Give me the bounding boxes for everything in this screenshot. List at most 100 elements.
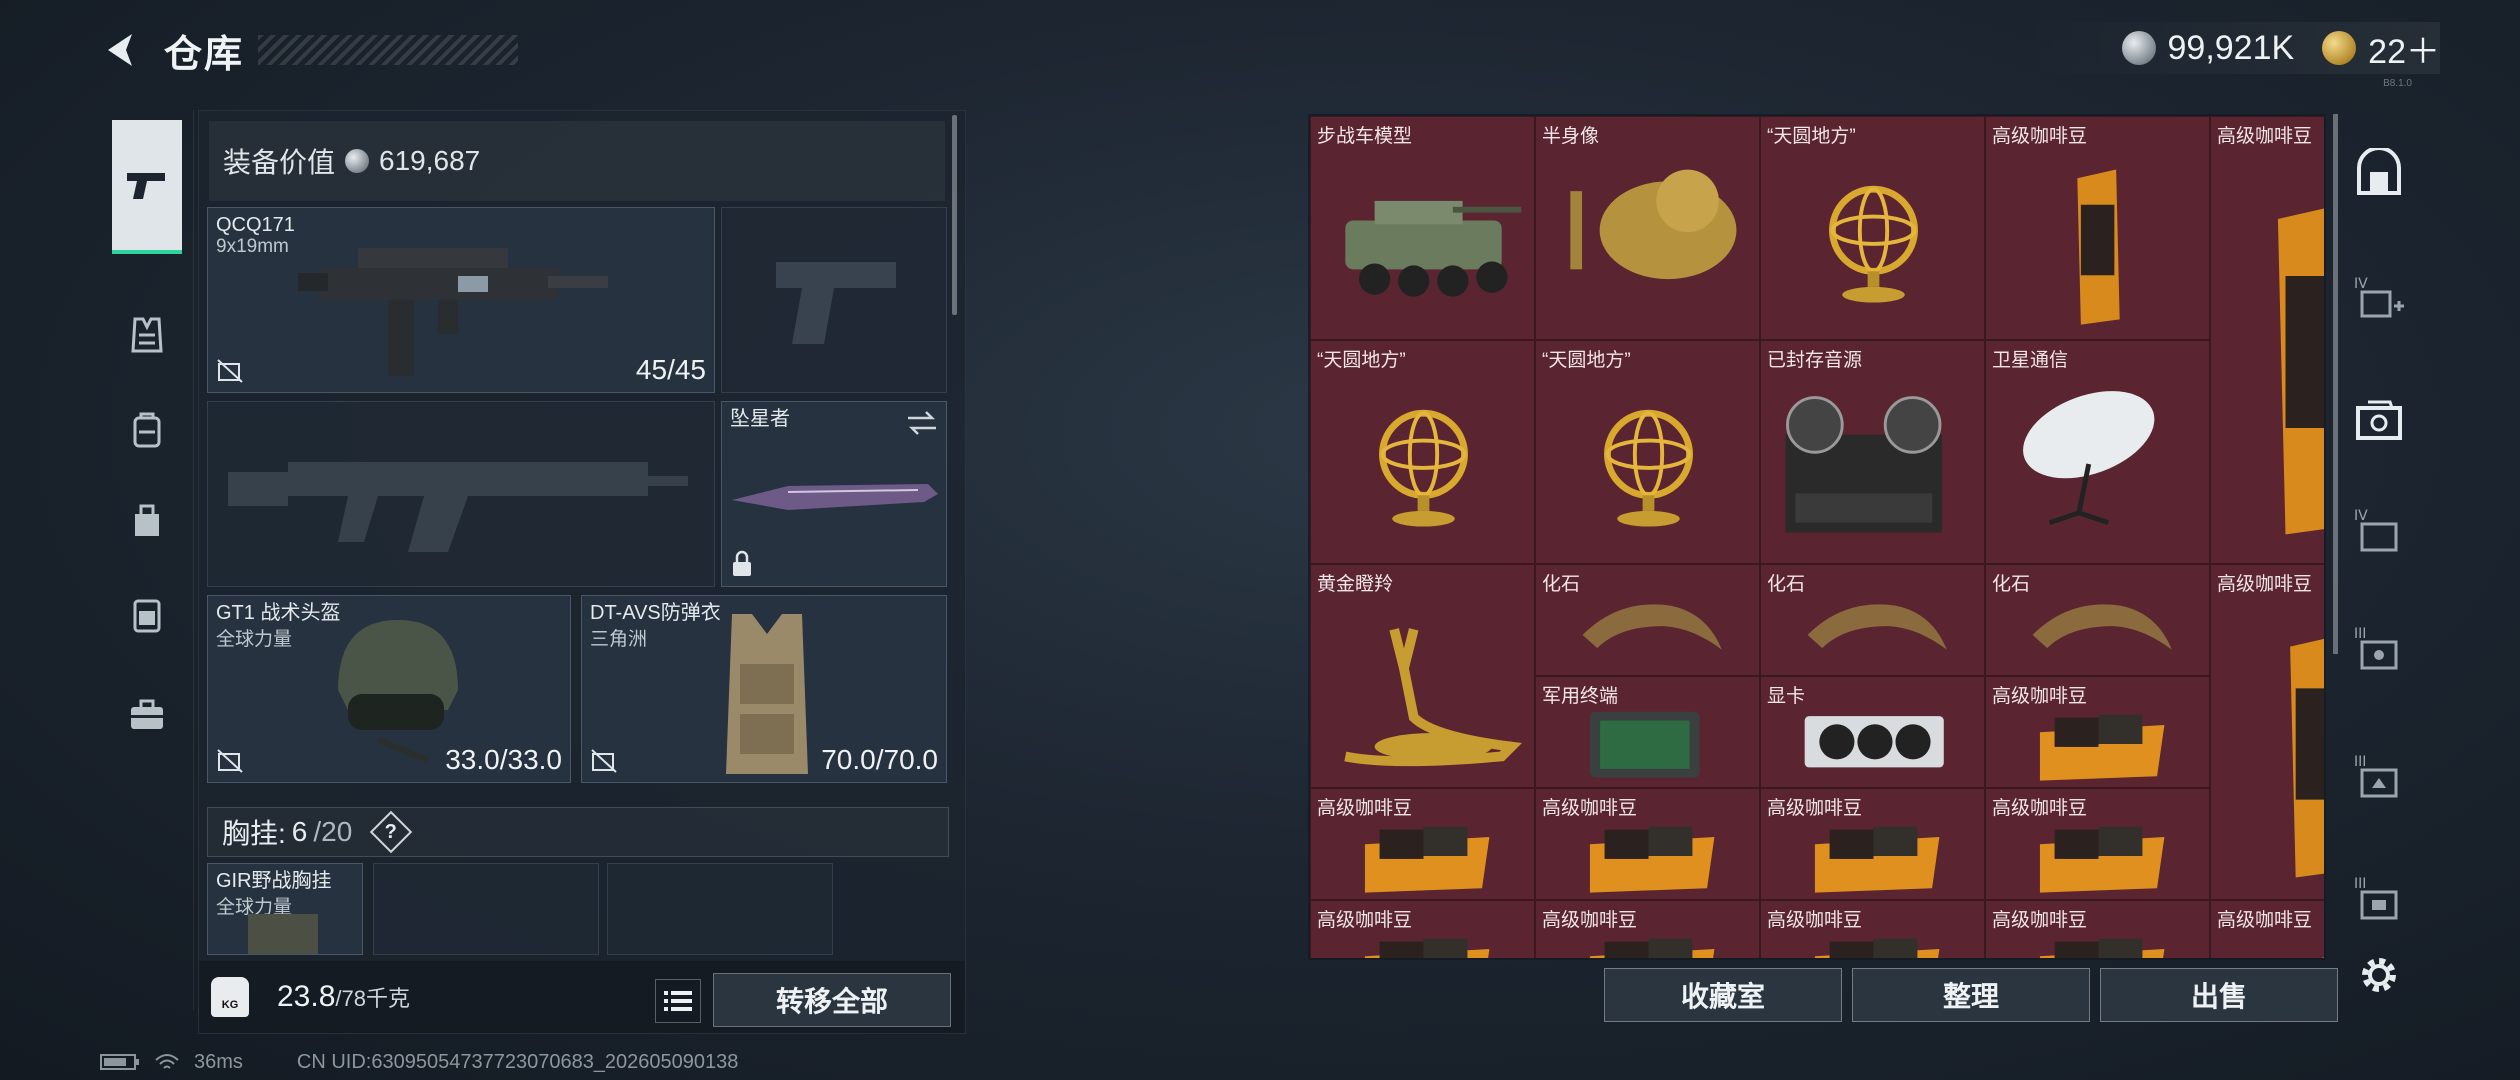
storage-item-label: 高级咖啡豆 xyxy=(1767,798,1863,819)
help-button[interactable]: ? xyxy=(370,810,413,854)
helmet-slot[interactable]: GT1 战术头盔 全球力量 33.0/33.0 xyxy=(207,595,571,783)
storage-item[interactable]: 高级咖啡豆 xyxy=(1760,900,1985,958)
weapon-durability: 45/45 xyxy=(635,354,706,385)
silver-amount: 99,921K xyxy=(2167,28,2295,67)
svg-text:III: III xyxy=(2354,754,2366,770)
nav-case[interactable] xyxy=(112,680,182,750)
back-button[interactable] xyxy=(100,28,144,72)
help-icon: ? xyxy=(385,820,398,843)
collection-room-button[interactable]: 收藏室 xyxy=(1604,968,1842,1022)
storage-item[interactable]: 化石 xyxy=(1985,564,2210,676)
rail-iv-folder[interactable]: IV xyxy=(2350,502,2408,560)
chest-rig-item[interactable]: GIR野战胸挂 全球力量 xyxy=(207,863,363,955)
settings-button[interactable] xyxy=(2350,946,2408,1004)
gazelle-image xyxy=(1344,628,1522,767)
storage-item[interactable]: 高级咖啡豆 xyxy=(1310,900,1535,958)
pistol-silhouette-icon xyxy=(776,262,896,344)
storage-item[interactable]: 显卡 xyxy=(1760,676,1985,788)
nav-backpack[interactable] xyxy=(112,395,182,465)
primary-weapon-slot[interactable]: QCQ171 9x19mm 45/45 xyxy=(207,207,715,393)
svg-text:III: III xyxy=(2354,876,2366,892)
rail-iv-add[interactable]: IV xyxy=(2350,268,2408,326)
gold-coin-icon xyxy=(2322,31,2357,65)
weight-display: 23.8/78千克 xyxy=(277,980,410,1014)
weight-bar: KG 23.8/78千克 转移全部 xyxy=(199,961,965,1033)
storage-item-label: 半身像 xyxy=(1542,126,1600,147)
storage-item[interactable]: 高级咖啡豆 xyxy=(1985,676,2210,788)
storage-item[interactable]: 高级咖啡豆 xyxy=(2210,116,2324,564)
rail-iii-case[interactable]: III xyxy=(2350,620,2408,678)
storage-item[interactable]: “天圆地方” xyxy=(1310,340,1535,564)
storage-item-label: 步战车模型 xyxy=(1317,126,1413,147)
ifv-image xyxy=(1345,200,1522,297)
swap-icon[interactable] xyxy=(906,410,938,436)
storage-item[interactable]: 高级咖啡豆 xyxy=(1985,116,2210,340)
storage-item[interactable]: 高级咖啡豆 xyxy=(1760,788,1985,900)
storage-item[interactable]: 高级咖啡豆 xyxy=(1985,788,2210,900)
storage-item[interactable]: 化石 xyxy=(1760,564,1985,676)
coffee-image xyxy=(2077,169,2120,325)
iii-bag-icon: III xyxy=(2354,754,2398,798)
weight-icon: KG xyxy=(211,977,249,1017)
secondary-weapon-slot[interactable] xyxy=(721,207,947,393)
chest-rig-icon xyxy=(133,599,161,633)
equipment-category-nav xyxy=(100,110,194,1010)
iv-add-icon: IV xyxy=(2354,276,2404,318)
rail-vault[interactable] xyxy=(2350,144,2408,202)
armor-vest-image xyxy=(726,614,808,774)
storage-item[interactable]: 高级咖啡豆 xyxy=(2210,564,2324,900)
armor-slot[interactable]: DT-AVS防弹衣 三角洲 70.0/70.0 xyxy=(581,595,947,783)
rifle-slot[interactable] xyxy=(207,401,715,587)
storage-item-label: 黄金瞪羚 xyxy=(1317,574,1394,595)
terminal-image xyxy=(1589,711,1700,778)
storage-item[interactable]: 高级咖啡豆 xyxy=(1535,788,1760,900)
storage-item-label: 高级咖啡豆 xyxy=(1317,910,1413,931)
storage-grid: 步战车模型 半身像 “天圆地方” 高级咖啡豆 “天圆地方” “天圆地方” 已封存音源 卫星通信… xyxy=(1310,116,2324,958)
storage-item[interactable]: “天圆地方” xyxy=(1760,116,1985,340)
melee-slot[interactable]: 坠星者 xyxy=(721,401,947,587)
chest-rig-used: 6 xyxy=(291,816,308,847)
weapon-name: QCQ171 xyxy=(216,214,295,236)
sort-button[interactable]: 整理 xyxy=(1852,968,2090,1022)
sell-button[interactable]: 出售 xyxy=(2100,968,2338,1022)
storage-item[interactable]: 已封存音源 xyxy=(1760,340,1985,564)
weight-icon-label: KG xyxy=(221,999,239,1011)
claw-image xyxy=(2032,604,2172,650)
bag-icon xyxy=(135,504,159,536)
nav-weapon[interactable] xyxy=(112,120,182,254)
storage-item[interactable]: 高级咖啡豆 xyxy=(1535,900,1760,958)
settings-gear-icon xyxy=(2362,958,2396,992)
storage-item[interactable]: 黄金瞪羚 xyxy=(1310,564,1535,788)
storage-item[interactable]: 化石 xyxy=(1535,564,1760,676)
chest-slot-empty[interactable] xyxy=(373,863,599,955)
storage-item-label: 化石 xyxy=(1542,574,1581,595)
gold-amount[interactable]: 22＋ xyxy=(2368,24,2440,73)
armor-name: DT-AVS防弹衣 xyxy=(590,602,721,624)
equipment-scrollbar[interactable] xyxy=(952,115,957,315)
briefcase-icon xyxy=(131,699,163,729)
vault-icon xyxy=(2357,148,2401,195)
rail-iii-box[interactable]: III xyxy=(2350,870,2408,928)
storage-item[interactable]: 军用终端 xyxy=(1535,676,1760,788)
transfer-all-button[interactable]: 转移全部 xyxy=(713,973,951,1027)
rail-camera-case[interactable] xyxy=(2350,392,2408,450)
list-view-button[interactable] xyxy=(655,979,701,1023)
melee-name: 坠星者 xyxy=(730,408,790,430)
chest-slot-empty[interactable] xyxy=(607,863,833,955)
storage-item[interactable]: 高级咖啡豆 xyxy=(2210,900,2324,958)
storage-item[interactable]: 步战车模型 xyxy=(1310,116,1535,340)
rail-iii-bag[interactable]: III xyxy=(2350,748,2408,806)
storage-item[interactable]: 半身像 xyxy=(1535,116,1760,340)
storage-item[interactable]: 卫星通信 xyxy=(1985,340,2210,564)
nav-bag[interactable] xyxy=(112,485,182,555)
storage-item[interactable]: 高级咖啡豆 xyxy=(1310,788,1535,900)
storage-item-label: 高级咖啡豆 xyxy=(2217,574,2313,595)
no-insure-icon xyxy=(591,749,617,773)
storage-item[interactable]: “天圆地方” xyxy=(1535,340,1760,564)
nav-armor[interactable] xyxy=(112,300,182,370)
weight-current: 23.8 xyxy=(277,980,336,1013)
storage-item-label: “天圆地方” xyxy=(1767,126,1856,147)
nav-chest-rig[interactable] xyxy=(112,580,182,650)
title-decoration xyxy=(258,35,519,65)
storage-item[interactable]: 高级咖啡豆 xyxy=(1985,900,2210,958)
